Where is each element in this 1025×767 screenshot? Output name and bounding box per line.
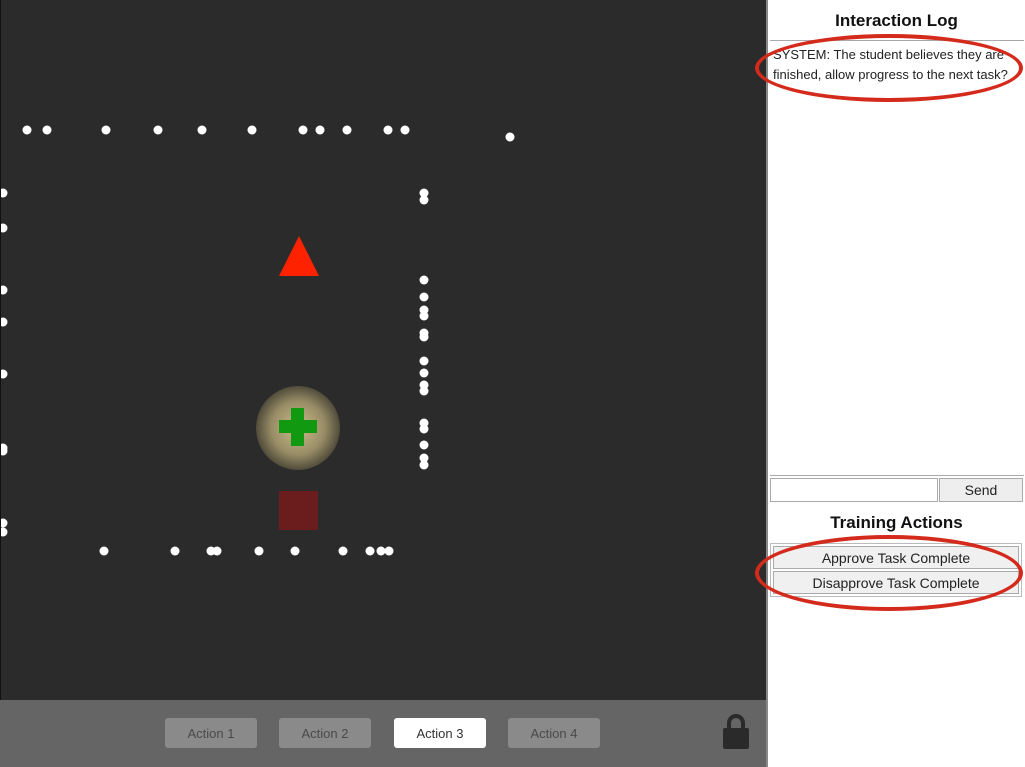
game-canvas	[0, 0, 766, 700]
obstacle-dot	[101, 125, 111, 135]
obstacle-dot	[419, 195, 429, 205]
send-button[interactable]: Send	[939, 478, 1023, 502]
obstacle-dot	[505, 132, 515, 142]
obstacle-dot	[1, 369, 8, 379]
obstacle-dot	[1, 188, 8, 198]
green-plus-player-bar	[279, 420, 317, 433]
obstacle-dot	[290, 546, 300, 556]
chat-input[interactable]	[770, 478, 938, 502]
log-message: SYSTEM: The student believes they are fi…	[773, 47, 1008, 82]
obstacle-dot	[338, 546, 348, 556]
obstacle-dot	[99, 546, 109, 556]
obstacle-dot	[212, 546, 222, 556]
dark-red-square	[279, 491, 318, 530]
obstacle-dot	[384, 546, 394, 556]
obstacle-dot	[42, 125, 52, 135]
obstacle-dot	[419, 292, 429, 302]
obstacle-dot	[315, 125, 325, 135]
obstacle-dot	[365, 546, 375, 556]
obstacle-dot	[419, 332, 429, 342]
obstacle-dot	[170, 546, 180, 556]
obstacle-dot	[419, 424, 429, 434]
obstacle-dot	[1, 527, 8, 537]
obstacle-dot	[254, 546, 264, 556]
red-triangle-goal	[279, 236, 319, 276]
interaction-log-title: Interaction Log	[835, 11, 958, 30]
obstacle-dot	[247, 125, 257, 135]
obstacle-dot	[400, 125, 410, 135]
training-actions-title: Training Actions	[830, 513, 963, 532]
action-bar: Action 1 Action 2 Action 3 Action 4	[0, 700, 766, 767]
obstacle-dot	[1, 446, 8, 456]
obstacle-dot	[419, 275, 429, 285]
obstacle-dot	[153, 125, 163, 135]
lock-icon[interactable]	[722, 712, 750, 750]
approve-task-button[interactable]: Approve Task Complete	[773, 546, 1019, 569]
action-2-button[interactable]: Action 2	[279, 718, 371, 748]
side-panel: Interaction Log SYSTEM: The student beli…	[766, 0, 1025, 767]
obstacle-dot	[1, 285, 8, 295]
obstacle-dot	[419, 311, 429, 321]
action-4-button[interactable]: Action 4	[508, 718, 600, 748]
obstacle-dot	[419, 368, 429, 378]
obstacle-dot	[1, 518, 8, 528]
obstacle-dot	[419, 440, 429, 450]
interaction-log[interactable]: SYSTEM: The student believes they are fi…	[770, 40, 1024, 476]
obstacle-dot	[419, 386, 429, 396]
obstacle-dot	[197, 125, 207, 135]
obstacle-dot	[419, 460, 429, 470]
action-3-button[interactable]: Action 3	[394, 718, 486, 748]
obstacle-dot	[1, 317, 8, 327]
training-actions-group: Approve Task Complete Disapprove Task Co…	[770, 543, 1022, 597]
obstacle-dot	[383, 125, 393, 135]
obstacle-dot	[298, 125, 308, 135]
obstacle-dot	[1, 223, 8, 233]
obstacle-dot	[22, 125, 32, 135]
obstacle-dot	[419, 356, 429, 366]
obstacle-dot	[342, 125, 352, 135]
disapprove-task-button[interactable]: Disapprove Task Complete	[773, 571, 1019, 594]
action-1-button[interactable]: Action 1	[165, 718, 257, 748]
